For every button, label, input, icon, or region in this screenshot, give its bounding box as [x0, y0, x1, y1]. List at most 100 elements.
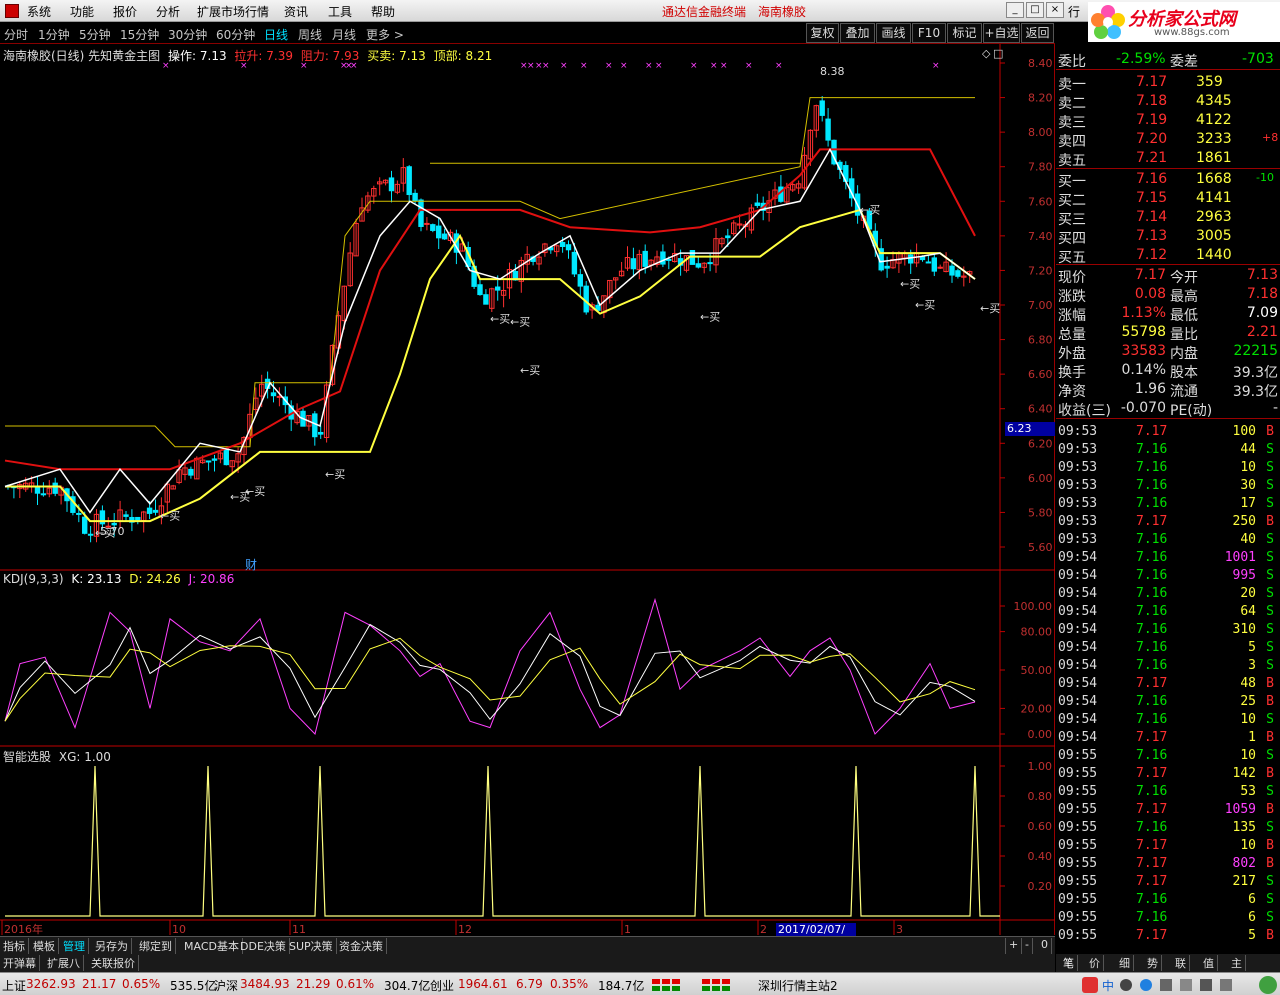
- candle-body: [76, 512, 82, 515]
- tab-macd[interactable]: MACD基本: [181, 938, 243, 954]
- tick-volume: 100: [1232, 424, 1256, 439]
- tab-indicator[interactable]: 指标: [0, 938, 29, 954]
- candle-body: [571, 251, 578, 275]
- buy-signal-label: ←买: [245, 485, 265, 498]
- menu-function[interactable]: 功能: [70, 3, 94, 20]
- mark-button[interactable]: 标记: [947, 23, 982, 43]
- tick-row: 09:55 7.16 135 S: [1056, 820, 1280, 838]
- tick-side: S: [1266, 586, 1274, 601]
- ask-row[interactable]: 卖四 7.20 3233 +8: [1056, 130, 1280, 150]
- maximize-button[interactable]: □: [1026, 2, 1044, 18]
- finance-marker[interactable]: 财: [245, 556, 257, 573]
- stat-value: 33583: [1121, 343, 1166, 359]
- tab-bind-to[interactable]: 绑定到: [136, 938, 176, 954]
- candle-body: [188, 468, 194, 476]
- bid-row[interactable]: 买四 7.13 3005: [1056, 227, 1280, 247]
- tab-template[interactable]: 模板: [30, 938, 59, 954]
- tab-fund[interactable]: 资金决策: [336, 938, 387, 954]
- bid-row[interactable]: 买五 7.12 1440: [1056, 246, 1280, 266]
- menu-news[interactable]: 资讯: [284, 3, 308, 20]
- tab-manage[interactable]: 管理: [60, 938, 89, 954]
- sh-index-label[interactable]: 上证: [2, 977, 26, 994]
- f10-button[interactable]: F10: [912, 23, 946, 43]
- price-tick-label: 5.60: [1028, 541, 1053, 554]
- tick-side: S: [1266, 478, 1274, 493]
- tick-side: S: [1266, 442, 1274, 457]
- bid-row[interactable]: 买一 7.16 1668 -10: [1056, 170, 1280, 190]
- stat-label-2: 流通: [1170, 384, 1198, 400]
- hs-index-label[interactable]: 沪深: [214, 977, 238, 994]
- tick-time: 09:55: [1058, 892, 1098, 907]
- kdj-d-value: D: 24.26: [129, 572, 181, 586]
- period-60min[interactable]: 60分钟: [216, 26, 255, 43]
- buy-signal-label: ←买: [860, 203, 880, 216]
- tick-side: S: [1266, 910, 1274, 925]
- tab-extended8[interactable]: 扩展八: [44, 955, 84, 971]
- menu-help[interactable]: 帮助: [371, 3, 395, 20]
- ask-row[interactable]: 卖二 7.18 4345: [1056, 92, 1280, 112]
- tick-volume: 995: [1232, 568, 1256, 583]
- zoom-in-button[interactable]: +: [1005, 938, 1023, 954]
- kdj-j-line: [4, 597, 976, 735]
- chart-area[interactable]: 8.40 8.20 8.00 7.80 7.60 7.40 7.20 7.00 6.80 6.60…: [0, 44, 1055, 951]
- zoom-out-button[interactable]: -: [1022, 938, 1033, 954]
- ask-row[interactable]: 卖一 7.17 359: [1056, 73, 1280, 93]
- add-watchlist-button[interactable]: +自选: [983, 23, 1020, 43]
- menu-extended-market[interactable]: 扩展市场行情: [197, 3, 269, 20]
- period-15min[interactable]: 15分钟: [120, 26, 159, 43]
- tick-row: 09:53 7.17 100 B: [1056, 424, 1280, 442]
- signal-line: [4, 147, 976, 514]
- period-30min[interactable]: 30分钟: [168, 26, 207, 43]
- tick-volume: 10: [1240, 748, 1256, 763]
- period-5min[interactable]: 5分钟: [79, 26, 111, 43]
- ask-row[interactable]: 卖五 7.21 1861: [1056, 149, 1280, 169]
- menu-truncated[interactable]: 行: [1068, 3, 1080, 20]
- tab-linked[interactable]: 联: [1172, 955, 1190, 971]
- reset-zoom-button[interactable]: 0: [1038, 938, 1052, 954]
- price-tick-label: 6.20: [1028, 437, 1053, 450]
- bid-row[interactable]: 买二 7.15 4141: [1056, 189, 1280, 209]
- period-tick[interactable]: 分时: [4, 26, 28, 43]
- tab-main[interactable]: 主: [1228, 955, 1246, 971]
- tab-price[interactable]: 价: [1086, 955, 1104, 971]
- bid-row[interactable]: 买三 7.14 2963: [1056, 208, 1280, 228]
- server-station[interactable]: 深圳行情主站2: [758, 977, 838, 994]
- tick-volume: 142: [1232, 766, 1256, 781]
- tab-ticks[interactable]: 笔: [1060, 955, 1078, 971]
- period-weekly[interactable]: 周线: [298, 26, 322, 43]
- menu-analysis[interactable]: 分析: [156, 3, 180, 20]
- minimize-button[interactable]: _: [1006, 2, 1024, 18]
- tab-save-as[interactable]: 另存为: [92, 938, 132, 954]
- overlay-button[interactable]: 叠加: [840, 23, 875, 43]
- cursor-price-tag: 6.23: [1005, 422, 1055, 436]
- draw-line-button[interactable]: 画线: [876, 23, 911, 43]
- tick-row: 09:55 7.16 10 S: [1056, 748, 1280, 766]
- kline-chart[interactable]: 8.40 8.20 8.00 7.80 7.60 7.40 7.20 7.00 6.80 6.60…: [0, 44, 1055, 935]
- panel-divider: [1056, 418, 1280, 419]
- tick-row: 09:55 7.16 53 S: [1056, 784, 1280, 802]
- tab-trend[interactable]: 势: [1144, 955, 1162, 971]
- back-button[interactable]: 返回: [1021, 23, 1054, 43]
- cy-index-label[interactable]: 创业: [430, 977, 454, 994]
- period-more[interactable]: 更多 >: [366, 26, 404, 43]
- tick-time: 09:54: [1058, 640, 1098, 655]
- menu-quote[interactable]: 报价: [113, 3, 137, 20]
- tab-detail[interactable]: 细: [1116, 955, 1134, 971]
- period-1min[interactable]: 1分钟: [38, 26, 70, 43]
- tick-price: 7.17: [1136, 676, 1168, 691]
- tick-time: 09:53: [1058, 442, 1098, 457]
- tab-sup[interactable]: SUP决策: [286, 938, 337, 954]
- xg-signal-line: [5, 765, 1000, 917]
- menu-tools[interactable]: 工具: [328, 3, 352, 20]
- period-monthly[interactable]: 月线: [332, 26, 356, 43]
- period-daily[interactable]: 日线: [264, 26, 288, 43]
- tab-danmaku[interactable]: 开弹幕: [0, 955, 40, 971]
- close-button[interactable]: ×: [1046, 2, 1064, 18]
- tab-dde[interactable]: DDE决策: [237, 938, 290, 954]
- tab-related-quote[interactable]: 关联报价: [88, 955, 139, 971]
- fuquan-button[interactable]: 复权: [806, 23, 839, 43]
- ask-label: 卖三: [1058, 115, 1086, 131]
- tab-value[interactable]: 值: [1200, 955, 1218, 971]
- ask-row[interactable]: 卖三 7.19 4122: [1056, 111, 1280, 131]
- menu-system[interactable]: 系统: [27, 3, 51, 20]
